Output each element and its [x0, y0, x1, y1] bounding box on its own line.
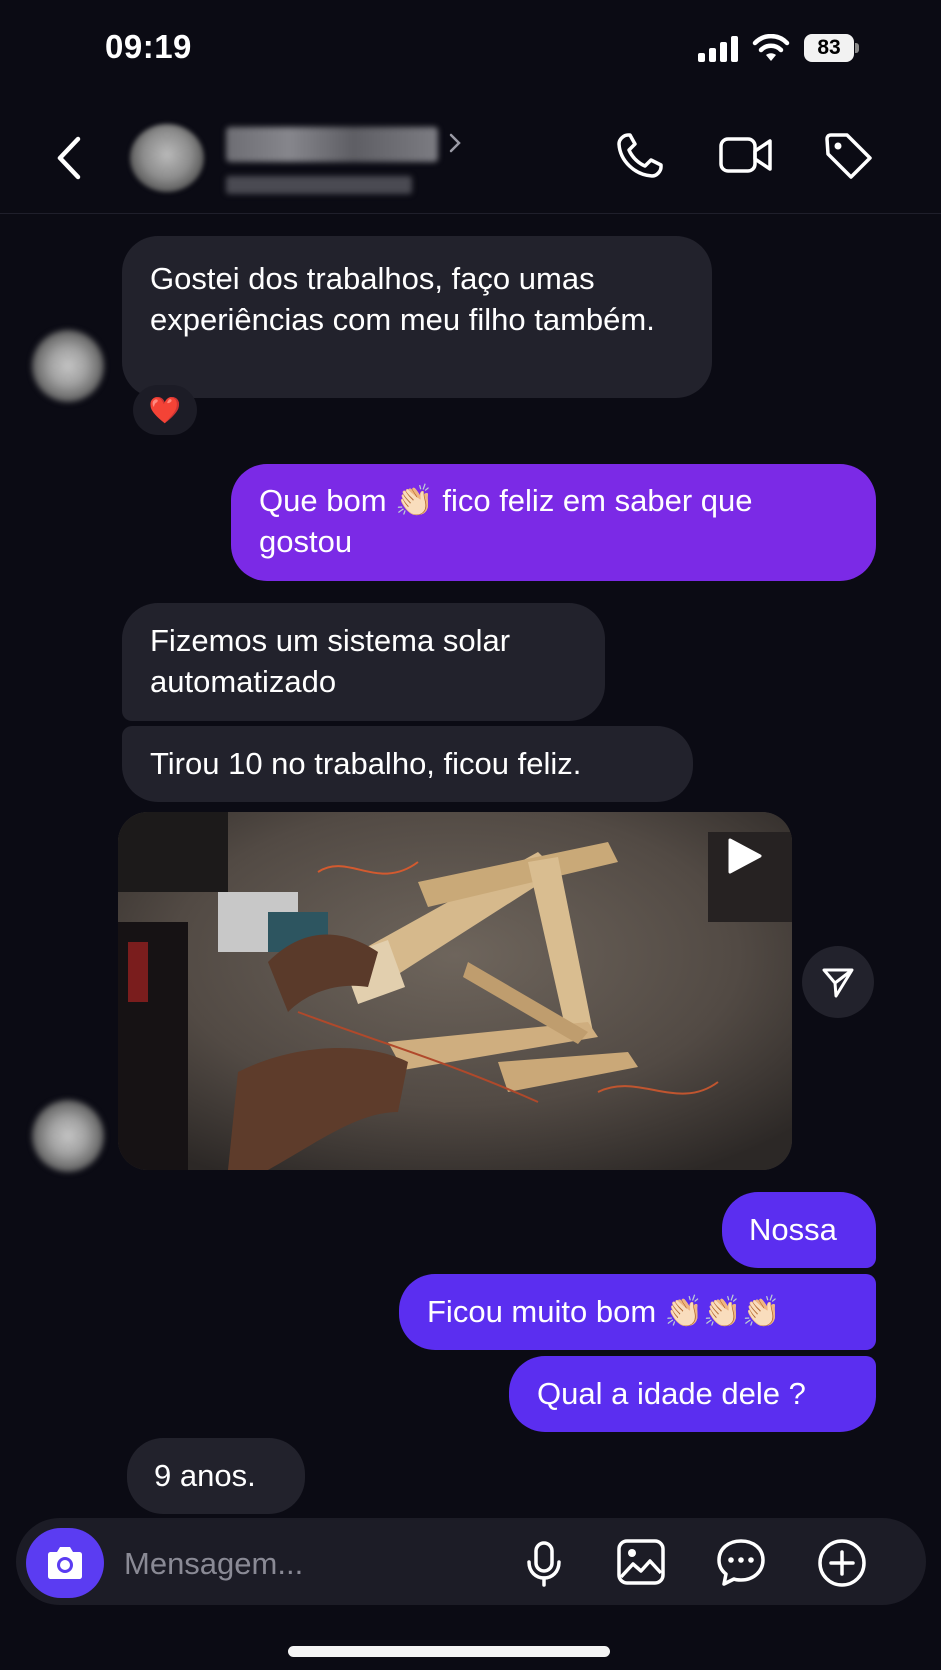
chat-bubble-icon[interactable]: [715, 1537, 767, 1589]
contact-avatar[interactable]: [130, 124, 204, 192]
video-thumbnail-image: [118, 812, 792, 1170]
phone-icon[interactable]: [614, 131, 664, 181]
status-time: 09:19: [105, 28, 192, 65]
camera-icon: [48, 1547, 82, 1579]
tag-icon[interactable]: [822, 131, 874, 181]
gallery-icon[interactable]: [615, 1537, 667, 1587]
share-button[interactable]: [802, 946, 874, 1018]
wifi-icon: [752, 34, 790, 61]
message-input[interactable]: [122, 1538, 506, 1590]
message-bubble-outgoing[interactable]: Nossa: [722, 1192, 876, 1268]
message-bubble-incoming[interactable]: Gostei dos trabalhos, faço umas experiên…: [122, 236, 712, 398]
message-bubble-outgoing[interactable]: Qual a idade dele ?: [509, 1356, 876, 1432]
sender-avatar[interactable]: [32, 330, 104, 402]
battery-indicator: 83: [804, 34, 860, 62]
microphone-icon[interactable]: [524, 1540, 564, 1588]
message-bubble-outgoing[interactable]: Que bom 👏🏻 fico feliz em saber que gosto…: [231, 464, 876, 581]
camera-button[interactable]: [26, 1528, 104, 1598]
play-icon[interactable]: [724, 837, 764, 875]
send-icon: [822, 968, 854, 998]
message-bubble-incoming[interactable]: 9 anos.: [127, 1438, 305, 1514]
chevron-right-icon: [449, 133, 461, 153]
cellular-signal-icon: [698, 36, 738, 62]
battery-level: 83: [804, 34, 854, 62]
contact-name-redacted[interactable]: [226, 127, 438, 162]
home-indicator[interactable]: [288, 1646, 610, 1657]
message-bubble-outgoing[interactable]: Ficou muito bom 👏🏻👏🏻👏🏻: [399, 1274, 876, 1350]
message-bubble-incoming[interactable]: Tirou 10 no trabalho, ficou feliz.: [122, 726, 693, 802]
plus-circle-icon[interactable]: [816, 1537, 868, 1589]
contact-username-redacted: [226, 176, 412, 194]
heart-reaction[interactable]: ❤️: [133, 385, 197, 435]
back-chevron-icon[interactable]: [50, 133, 90, 183]
message-bubble-incoming[interactable]: Fizemos um sistema solar automatizado: [122, 603, 605, 721]
video-camera-icon[interactable]: [718, 133, 774, 177]
sender-avatar[interactable]: [32, 1100, 104, 1172]
header-divider: [0, 213, 941, 214]
video-message-thumbnail[interactable]: [118, 812, 792, 1170]
